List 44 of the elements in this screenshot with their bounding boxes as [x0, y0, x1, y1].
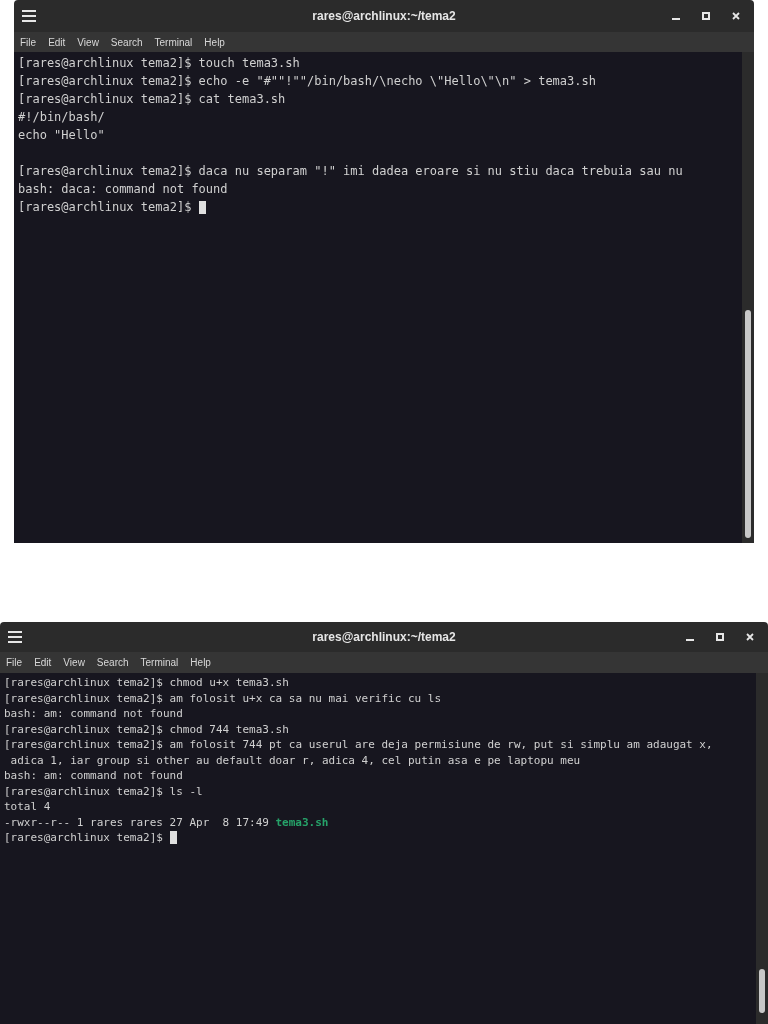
terminal-line: [rares@archlinux tema2]$ chmod u+x tema3.sh: [4, 675, 289, 691]
menu-icon[interactable]: [8, 631, 22, 643]
scrollbar-thumb[interactable]: [745, 310, 751, 538]
terminal-line: [rares@archlinux tema2]$: [18, 199, 192, 216]
terminal-line: bash: daca: command not found: [18, 181, 228, 198]
window-title: rares@archlinux:~/tema2: [312, 629, 456, 646]
menu-item[interactable]: View: [77, 34, 99, 50]
menu-item[interactable]: Terminal: [154, 34, 193, 50]
terminal-line: [rares@archlinux tema2]$ am folosit 744 pt ca userul are deja permisiune de rw, put si simplu am adaugat x,: [4, 737, 713, 753]
terminal-line: [rares@archlinux tema2]$: [4, 830, 163, 846]
terminal-line: echo "Hello": [18, 127, 105, 144]
terminal-line: [rares@archlinux tema2]$ cat tema3.sh: [18, 91, 286, 108]
menu-item[interactable]: Help: [204, 34, 225, 50]
text-cursor: [169, 831, 177, 845]
close-icon[interactable]: [732, 12, 740, 20]
menu-item[interactable]: Edit: [48, 34, 66, 50]
text-cursor: [198, 200, 206, 214]
menu-item[interactable]: View: [63, 655, 85, 670]
maximize-icon[interactable]: [716, 633, 724, 641]
file-name: tema3.sh: [275, 814, 329, 830]
terminal-line: [rares@archlinux tema2]$ echo -e "#""!""/bin/bash/\necho \"Hello\"\n" > tema3.sh: [18, 73, 596, 90]
terminal-line: -rwxr--r-- 1 rares rares 27 Apr 8 17:49: [4, 814, 269, 830]
menu-item[interactable]: File: [6, 655, 23, 670]
terminal-line: [rares@archlinux tema2]$ am folosit u+x ca sa nu mai verific cu ls: [4, 690, 442, 706]
terminal-line: bash: am: command not found: [4, 706, 183, 722]
close-icon[interactable]: [746, 633, 754, 641]
menu-item[interactable]: Help: [190, 655, 211, 670]
window-title: rares@archlinux:~/tema2: [312, 8, 456, 25]
maximize-icon[interactable]: [702, 12, 710, 20]
menu-item[interactable]: Search: [110, 34, 143, 50]
terminal-line: [rares@archlinux tema2]$ chmod 744 tema3.sh: [4, 721, 289, 737]
menu-icon[interactable]: [22, 10, 36, 22]
menu-item[interactable]: Search: [96, 655, 129, 670]
terminal-line: #!/bin/bash/: [18, 109, 105, 126]
menu-item[interactable]: Edit: [34, 655, 52, 670]
menu-item[interactable]: Terminal: [140, 655, 179, 670]
menu-item[interactable]: File: [20, 34, 37, 50]
terminal-line: total 4: [4, 799, 51, 815]
terminal-line: bash: am: command not found: [4, 768, 183, 784]
terminal-line: [rares@archlinux tema2]$ ls -l: [4, 783, 203, 799]
terminal-line: adica 1, iar group si other au default doar r, adica 4, cel putin asa e pe laptopu meu: [9, 752, 581, 768]
terminal-line: [rares@archlinux tema2]$ daca nu separam "!" imi dadea eroare si nu stiu daca trebuia sau nu: [18, 163, 683, 180]
scrollbar-thumb[interactable]: [759, 969, 765, 1013]
terminal-line: [rares@archlinux tema2]$ touch tema3.sh: [18, 55, 300, 72]
